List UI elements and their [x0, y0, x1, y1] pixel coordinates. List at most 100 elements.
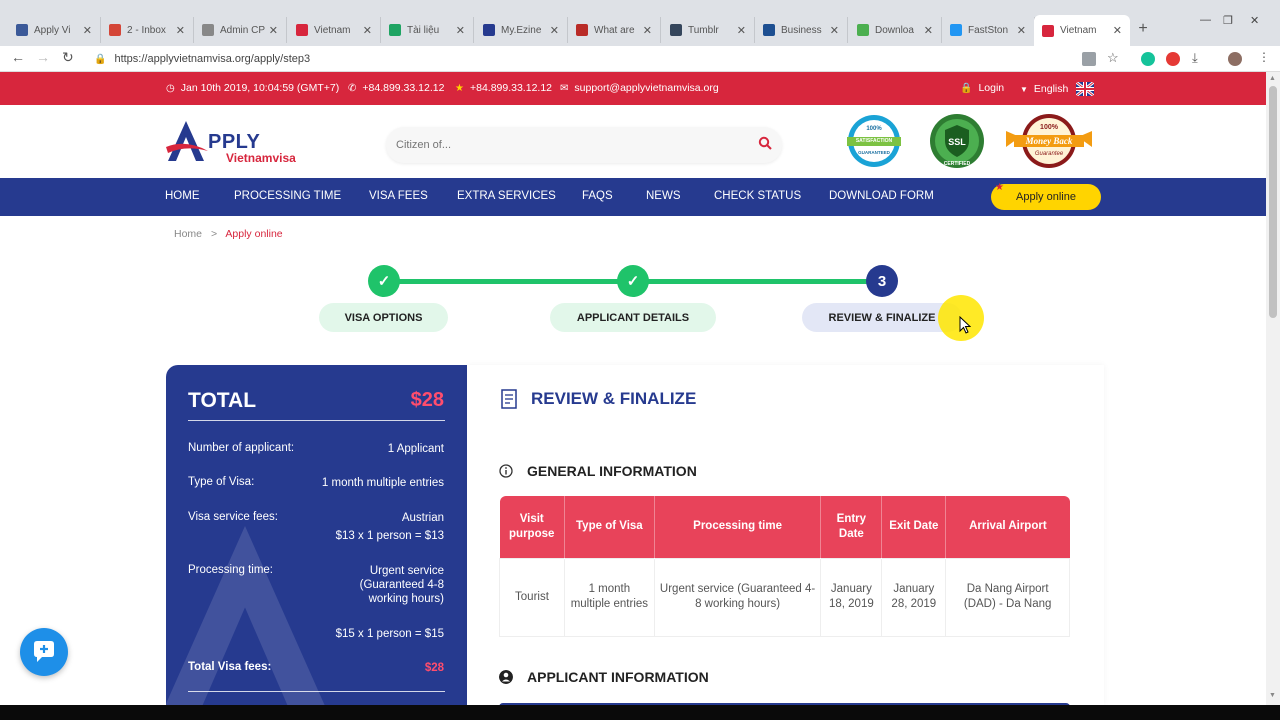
language-text: English: [1033, 83, 1069, 95]
datetime-item: ◷ Jan 10th 2019, 10:04:59 (GMT+7): [166, 82, 339, 94]
tab-favicon-icon: [576, 24, 588, 36]
download-icon[interactable]: ⤓: [1192, 50, 1198, 66]
step-3-circle[interactable]: 3: [866, 265, 898, 297]
nav-check-status[interactable]: CHECK STATUS: [714, 190, 801, 202]
browser-tab[interactable]: Business ✕: [755, 17, 848, 43]
hotline-text: +84.899.33.12.12: [469, 82, 553, 94]
divider: [188, 691, 445, 692]
scroll-down-icon[interactable]: ▼: [1269, 692, 1276, 699]
language-select[interactable]: ▼ English: [1020, 82, 1095, 96]
cell-exit-date: January 28, 2019: [881, 557, 947, 637]
uk-flag-icon: [1076, 82, 1095, 96]
nav-visa-fees[interactable]: VISA FEES: [369, 190, 428, 202]
tab-close-icon[interactable]: ✕: [643, 24, 652, 37]
step-visa-options[interactable]: VISA OPTIONS: [319, 303, 448, 332]
close-window-icon[interactable]: ✕: [1250, 14, 1259, 27]
mouse-cursor-icon: [959, 316, 971, 334]
nav-faqs[interactable]: FAQS: [582, 190, 613, 202]
chat-bubble-icon: [34, 641, 54, 662]
lock-icon: 🔒: [960, 82, 973, 94]
tab-close-icon[interactable]: ✕: [363, 24, 372, 37]
tab-favicon-icon: [483, 24, 495, 36]
browser-tab[interactable]: Admin CP ✕: [194, 17, 287, 43]
mail-icon: ✉: [560, 82, 569, 94]
nav-news[interactable]: NEWS: [646, 190, 681, 202]
nav-home[interactable]: HOME: [165, 190, 200, 202]
adblock-icon[interactable]: [1166, 52, 1180, 66]
browser-tab[interactable]: Tumblr ✕: [662, 17, 755, 43]
grammarly-icon[interactable]: [1141, 52, 1155, 66]
ssl-certified-badge: SSL CERTIFIED: [926, 113, 988, 169]
search-icon[interactable]: [758, 136, 772, 150]
profile-avatar[interactable]: [1228, 52, 1242, 66]
site-logo[interactable]: PPLY Vietnamvisa: [166, 117, 311, 167]
citizen-search-input[interactable]: [396, 135, 736, 155]
nav-extra-services[interactable]: EXTRA SERVICES: [457, 190, 556, 202]
minimize-icon[interactable]: —: [1200, 14, 1211, 26]
tab-title: Business: [781, 24, 822, 36]
login-link[interactable]: 🔒 Login: [960, 82, 1004, 94]
step-1-circle[interactable]: ✓: [368, 265, 400, 297]
step-applicant-details[interactable]: APPLICANT DETAILS: [550, 303, 716, 332]
forward-icon[interactable]: →: [36, 49, 50, 65]
browser-tab[interactable]: My.Ezine ✕: [475, 17, 568, 43]
tab-close-icon[interactable]: ✕: [456, 24, 465, 37]
phone-item[interactable]: ✆ +84.899.33.12.12: [348, 82, 444, 94]
table-row: Tourist 1 month multiple entries Urgent …: [499, 557, 1070, 637]
general-info-table: Visit purpose Type of Visa Processing ti…: [499, 496, 1070, 637]
back-icon[interactable]: ←: [11, 49, 25, 65]
tab-close-icon[interactable]: ✕: [550, 24, 559, 37]
browser-tab[interactable]: Vietnam ✕: [288, 17, 381, 43]
tab-favicon-icon: [16, 24, 28, 36]
star-icon: ★: [995, 182, 1004, 193]
url-text: https://applyvietnamvisa.org/apply/step3: [114, 53, 311, 65]
bookmark-star-icon[interactable]: ☆: [1107, 50, 1119, 66]
chat-widget-button[interactable]: [20, 628, 68, 676]
tab-title: What are: [594, 24, 635, 36]
user-icon: [499, 670, 513, 684]
tab-close-icon[interactable]: ✕: [269, 24, 278, 37]
phone-text: +84.899.33.12.12: [362, 82, 445, 94]
clock-icon: ◷: [166, 82, 175, 94]
page-scrollbar[interactable]: ▲ ▼: [1266, 72, 1280, 705]
translate-icon[interactable]: [1082, 52, 1096, 66]
nav-processing-time[interactable]: PROCESSING TIME: [234, 190, 341, 202]
tab-close-icon[interactable]: ✕: [737, 24, 746, 37]
processing-time-value-2: (Guaranteed 4-8: [359, 579, 444, 591]
service-fees-nationality: Austrian: [401, 512, 444, 524]
browser-tab[interactable]: What are ✕: [568, 17, 661, 43]
tab-close-icon[interactable]: ✕: [830, 24, 839, 37]
scrollbar-thumb[interactable]: [1269, 86, 1277, 318]
tab-close-icon[interactable]: ✕: [1017, 24, 1026, 37]
review-panel: REVIEW & FINALIZE GENERAL INFORMATION Vi…: [467, 365, 1104, 707]
hotline-item[interactable]: ★ +84.899.33.12.12: [455, 82, 552, 94]
browser-tab[interactable]: 2 - Inbox ✕: [101, 17, 194, 43]
tab-close-icon[interactable]: ✕: [1113, 24, 1122, 37]
browser-tab[interactable]: Tài liệu ✕: [381, 17, 474, 43]
satisfaction-badge: 100% SATISFACTION GUARANTEED: [843, 113, 905, 169]
browser-tab[interactable]: Vietnam ✕: [1034, 15, 1130, 46]
browser-tab[interactable]: Apply Vi ✕: [8, 17, 101, 43]
new-tab-button[interactable]: +: [1133, 19, 1153, 39]
tab-close-icon[interactable]: ✕: [924, 24, 933, 37]
restore-icon[interactable]: ❐: [1223, 14, 1233, 27]
tab-close-icon[interactable]: ✕: [83, 24, 92, 37]
tab-close-icon[interactable]: ✕: [176, 24, 185, 37]
scroll-up-icon[interactable]: ▲: [1269, 75, 1276, 82]
applicants-label: Number of applicant:: [188, 442, 295, 454]
email-item[interactable]: ✉ support@applyvietnamvisa.org: [560, 82, 719, 94]
nav-download-form[interactable]: DOWNLOAD FORM: [829, 190, 934, 202]
breadcrumb-home[interactable]: Home: [174, 228, 202, 240]
reload-icon[interactable]: ↻: [62, 49, 74, 66]
total-title: TOTAL: [188, 389, 257, 412]
cell-entry-date: January 18, 2019: [820, 557, 883, 637]
url-field[interactable]: 🔒 https://applyvietnamvisa.org/apply/ste…: [94, 48, 1094, 70]
total-summary-card: TOTAL $28 Number of applicant: 1 Applica…: [166, 365, 467, 705]
step-2-circle[interactable]: ✓: [617, 265, 649, 297]
browser-tab[interactable]: FastSton ✕: [942, 17, 1035, 43]
apply-online-button[interactable]: ★ Apply online: [991, 182, 1101, 210]
divider: [188, 420, 445, 421]
tab-title: My.Ezine: [501, 24, 542, 36]
browser-tab[interactable]: Downloa ✕: [849, 17, 942, 43]
browser-menu-icon[interactable]: ⋮: [1258, 50, 1270, 64]
